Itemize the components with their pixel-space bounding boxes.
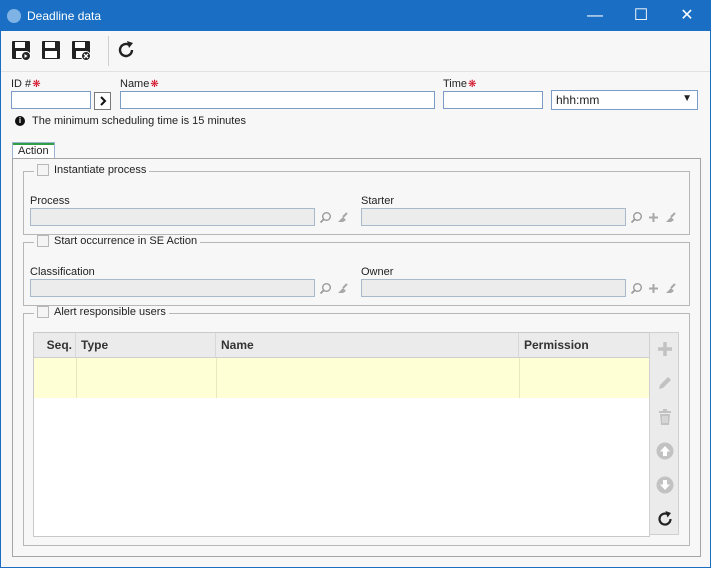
eraser-icon — [337, 211, 348, 222]
search-owner-button[interactable] — [628, 279, 644, 297]
time-unit-select[interactable]: hhh:mm ▼ — [551, 90, 698, 110]
window-title: Deadline data — [27, 9, 102, 23]
required-mark-icon: ❋ — [150, 79, 159, 90]
instantiate-process-checkbox[interactable] — [37, 164, 49, 176]
add-starter-button[interactable] — [645, 208, 661, 226]
arrow-up-icon — [656, 442, 674, 460]
starter-field[interactable] — [361, 208, 626, 226]
table-header: Seq. Type Name Permission — [34, 333, 649, 358]
refresh-table-button[interactable] — [655, 509, 675, 529]
edit-row-button[interactable] — [655, 373, 675, 393]
chevron-right-icon — [99, 96, 106, 106]
start-occurrence-legend: Start occurrence in SE Action — [34, 235, 201, 247]
toolbar — [1, 31, 710, 72]
delete-row-button[interactable] — [655, 407, 675, 427]
save-icon — [12, 41, 31, 61]
column-header-name[interactable]: Name — [216, 333, 519, 357]
required-mark-icon: ❋ — [468, 79, 477, 90]
search-icon — [630, 211, 642, 223]
add-row-button[interactable] — [655, 339, 675, 359]
start-occurrence-group: Start occurrence in SE Action Classifica… — [23, 235, 690, 306]
move-down-button[interactable] — [655, 475, 675, 495]
name-field[interactable] — [120, 91, 435, 109]
plus-icon — [648, 212, 658, 222]
time-field[interactable] — [443, 91, 543, 109]
column-header-permission[interactable]: Permission — [519, 333, 649, 357]
search-classification-button[interactable] — [317, 279, 333, 297]
deadline-data-window: Deadline data — ☐ ✕ ID #❋ Name❋ Time❋ hh… — [0, 0, 711, 568]
clear-classification-button[interactable] — [334, 279, 350, 297]
search-icon — [630, 282, 642, 294]
id-label: ID #❋ — [11, 78, 41, 90]
add-owner-button[interactable] — [645, 279, 661, 297]
instantiate-process-legend: Instantiate process — [34, 164, 150, 176]
search-process-button[interactable] — [317, 208, 333, 226]
table-cell-name — [216, 358, 520, 398]
action-tab-panel: Instantiate process Process Starter Star… — [12, 158, 701, 557]
pencil-icon — [659, 377, 671, 389]
close-button[interactable]: ✕ — [664, 1, 710, 31]
search-icon — [319, 211, 331, 223]
next-id-button[interactable] — [94, 92, 111, 110]
clear-process-button[interactable] — [334, 208, 350, 226]
plus-icon — [658, 342, 672, 356]
refresh-icon — [118, 41, 134, 58]
table-cell-permission — [519, 358, 649, 398]
column-header-seq[interactable]: Seq. — [34, 333, 76, 357]
plus-icon — [648, 283, 658, 293]
move-up-button[interactable] — [655, 441, 675, 461]
classification-label: Classification — [30, 266, 95, 278]
starter-label: Starter — [361, 195, 395, 207]
table-cell-type — [76, 358, 217, 398]
search-starter-button[interactable] — [628, 208, 644, 226]
process-label: Process — [30, 195, 70, 207]
arrow-down-icon — [656, 476, 674, 494]
title-bar: Deadline data — ☐ ✕ — [1, 1, 710, 31]
id-field[interactable] — [11, 91, 91, 109]
maximize-button[interactable]: ☐ — [618, 1, 664, 31]
start-occurrence-checkbox[interactable] — [37, 235, 49, 247]
search-icon — [319, 282, 331, 294]
save-and-close-icon — [72, 41, 91, 61]
name-label: Name❋ — [120, 78, 159, 90]
info-icon: i — [15, 116, 25, 126]
time-label: Time❋ — [443, 78, 477, 90]
clear-starter-button[interactable] — [662, 208, 678, 226]
column-header-type[interactable]: Type — [76, 333, 216, 357]
app-icon — [7, 9, 21, 23]
table-row[interactable] — [34, 358, 649, 398]
toolbar-separator — [108, 36, 109, 66]
owner-label: Owner — [361, 266, 394, 278]
alert-users-table: Seq. Type Name Permission — [33, 332, 650, 537]
table-cell-seq — [34, 358, 77, 398]
save-button[interactable] — [9, 38, 33, 62]
eraser-icon — [665, 211, 676, 222]
save-and-close-button[interactable] — [69, 38, 93, 62]
dropdown-arrow-icon: ▼ — [682, 93, 692, 104]
save-and-new-icon — [42, 41, 60, 59]
table-actions-sidebar — [649, 332, 679, 535]
refresh-icon — [658, 511, 672, 526]
eraser-icon — [337, 282, 348, 293]
eraser-icon — [665, 282, 676, 293]
minimize-button[interactable]: — — [572, 1, 618, 31]
required-mark-icon: ❋ — [32, 79, 41, 90]
classification-field[interactable] — [30, 279, 315, 297]
refresh-button[interactable] — [114, 38, 138, 62]
trash-icon — [659, 409, 671, 425]
alert-users-checkbox[interactable] — [37, 306, 49, 318]
clear-owner-button[interactable] — [662, 279, 678, 297]
alert-users-legend: Alert responsible users — [34, 306, 169, 318]
info-text: The minimum scheduling time is 15 minute… — [32, 115, 246, 127]
owner-field[interactable] — [361, 279, 626, 297]
instantiate-process-group: Instantiate process Process Starter — [23, 164, 690, 235]
process-field[interactable] — [30, 208, 315, 226]
save-and-new-button[interactable] — [39, 38, 63, 62]
